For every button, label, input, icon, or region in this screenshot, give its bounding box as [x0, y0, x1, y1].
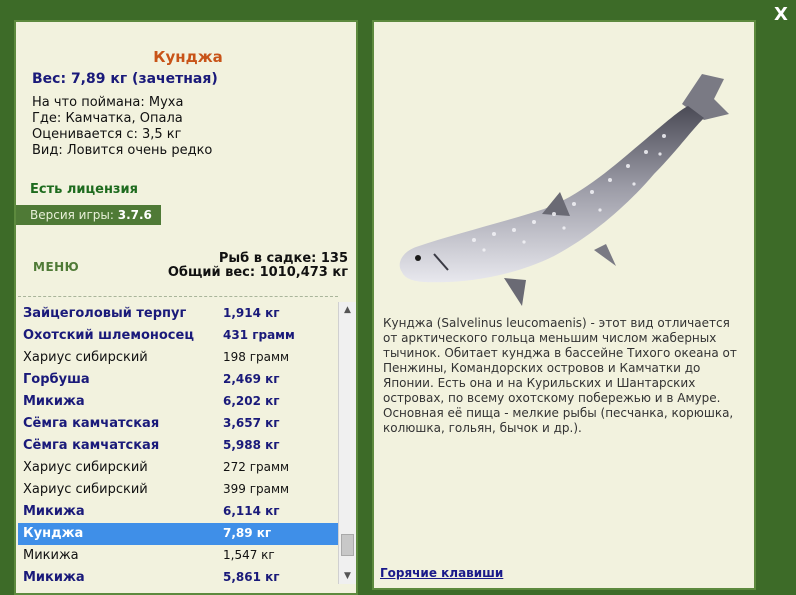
catch-fish-name: Сёмга камчатская [23, 416, 160, 431]
location-value: Камчатка, Опала [65, 111, 183, 126]
list-item[interactable]: Горбуша 2,469 кг [18, 369, 338, 391]
list-item[interactable]: Охотский шлемоносец 431 грамм [18, 325, 338, 347]
scroll-up-arrow-icon[interactable]: ▲ [339, 302, 356, 318]
catch-fish-weight: 7,89 кг [223, 526, 272, 540]
fish-eye [415, 255, 421, 261]
caught-with-label: На что поймана: [32, 95, 145, 110]
catch-fish-weight: 2,469 кг [223, 372, 280, 386]
location-label: Где: [32, 111, 62, 126]
list-item-selected[interactable]: Кунджа 7,89 кг [18, 523, 338, 545]
catch-fish-name: Микижа [23, 570, 85, 585]
catch-fish-weight: 5,988 кг [223, 438, 280, 452]
location-line: Где: Камчатка, Опала [32, 111, 183, 126]
catch-list-scrollbar[interactable]: ▲ ▼ [338, 302, 356, 584]
list-item[interactable]: Микижа 5,861 кг [18, 567, 338, 589]
fish-illustration [399, 74, 729, 306]
scroll-down-arrow-icon[interactable]: ▼ [339, 568, 356, 584]
catch-fish-weight: 431 грамм [223, 328, 295, 342]
fish-detail-panel: Кунджа (Salvelinus leucomaenis) - этот в… [372, 20, 756, 590]
caught-with-line: На что поймана: Муха [32, 95, 183, 110]
catch-fish-name: Хариус сибирский [23, 482, 148, 497]
catch-fish-weight: 1,914 кг [223, 306, 280, 320]
close-button[interactable]: X [770, 4, 792, 26]
catch-fish-weight: 272 грамм [223, 460, 290, 474]
catch-fish-name: Микижа [23, 548, 79, 563]
version-label: Версия игры: [30, 208, 114, 222]
species-rarity-value: Ловится очень редко [66, 143, 213, 158]
caught-with-value: Муха [148, 95, 184, 110]
fish-description: Кунджа (Salvelinus leucomaenis) - этот в… [383, 316, 737, 435]
rated-from-value: 3,5 кг [142, 127, 182, 142]
fish-fin-pelvic [594, 244, 616, 266]
list-item[interactable]: Зайцеголовый терпуг 1,914 кг [18, 303, 338, 325]
catch-fish-weight: 6,114 кг [223, 504, 280, 518]
catch-fish-weight: 1,547 кг [223, 548, 275, 562]
catch-info-panel: Кунджа Вес: 7,89 кг (зачетная) На что по… [14, 20, 358, 595]
rated-from-label: Оценивается с: [32, 127, 138, 142]
catch-fish-name: Хариус сибирский [23, 350, 148, 365]
catch-fish-weight: 198 грамм [223, 350, 290, 364]
species-rarity-line: Вид: Ловится очень редко [32, 143, 212, 158]
list-item[interactable]: Сёмга камчатская 5,988 кг [18, 435, 338, 457]
catch-fish-weight: 399 грамм [223, 482, 290, 496]
fish-weight: Вес: 7,89 кг (зачетная) [32, 71, 218, 87]
version-value: 3.7.6 [117, 208, 152, 222]
list-item[interactable]: Микижа 6,202 кг [18, 391, 338, 413]
version-bar: Версия игры: 3.7.6 [16, 205, 161, 225]
catch-fish-name: Охотский шлемоносец [23, 328, 194, 343]
fish-count: Рыб в садке: 135 [218, 251, 348, 266]
list-item[interactable]: Микижа 1,547 кг [18, 545, 338, 567]
hotkeys-link[interactable]: Горячие клавиши [380, 566, 503, 580]
rated-from-line: Оценивается с: 3,5 кг [32, 127, 182, 142]
catch-fish-weight: 6,202 кг [223, 394, 280, 408]
fish-body [399, 106, 704, 283]
species-rarity-label: Вид: [32, 143, 63, 158]
catch-fish-name: Горбуша [23, 372, 90, 387]
catch-fish-name: Хариус сибирский [23, 460, 148, 475]
catch-list: Зайцеголовый терпуг 1,914 кг Охотский шлем… [18, 296, 338, 589]
catch-fish-weight: 3,657 кг [223, 416, 280, 430]
catch-fish-name: Микижа [23, 394, 85, 409]
menu-button[interactable]: МЕНЮ [33, 260, 79, 274]
catch-fish-weight: 5,861 кг [223, 570, 280, 584]
list-item[interactable]: Сёмга камчатская 3,657 кг [18, 413, 338, 435]
catch-fish-name: Сёмга камчатская [23, 438, 160, 453]
list-item[interactable]: Хариус сибирский 198 грамм [18, 347, 338, 369]
total-weight: Общий вес: 1010,473 кг [167, 265, 348, 280]
list-item[interactable]: Микижа 6,114 кг [18, 501, 338, 523]
list-item[interactable]: Хариус сибирский 272 грамм [18, 457, 338, 479]
list-item[interactable]: Хариус сибирский 399 грамм [18, 479, 338, 501]
fish-fin-lower [504, 278, 526, 306]
fish-name: Кунджа [153, 48, 223, 66]
catch-fish-name: Зайцеголовый терпуг [23, 306, 187, 321]
license-status: Есть лицензия [30, 182, 138, 197]
catch-fish-name: Микижа [23, 504, 85, 519]
catch-fish-name: Кунджа [23, 526, 84, 541]
scroll-thumb[interactable] [341, 534, 354, 556]
